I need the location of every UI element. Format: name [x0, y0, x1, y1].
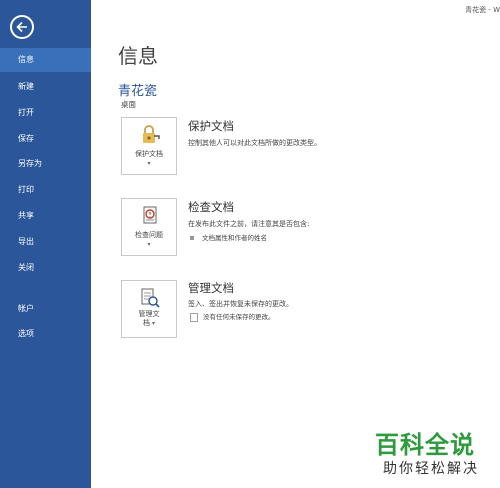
- back-arrow-icon[interactable]: [10, 15, 34, 39]
- lock-key-icon: [143, 125, 160, 143]
- sidebar-item-save-as[interactable]: 另存为: [0, 152, 91, 176]
- manage-note: 没有任何未保存的更改。: [190, 311, 275, 322]
- backstage-sidebar: 信息 新建 打开 保存 另存为 打印 共享 导出 关闭 帐户 选项: [0, 0, 91, 488]
- check-issues-label: 检查问题: [135, 231, 163, 239]
- watermark-logo-text: 百科全说: [375, 431, 475, 459]
- manage-document-button[interactable]: 管理文 档 ▾: [121, 280, 177, 338]
- protect-document-label: 保护文档: [135, 150, 163, 158]
- sidebar-item-share[interactable]: 共享: [0, 204, 91, 228]
- sidebar-item-close[interactable]: 关闭: [0, 256, 91, 280]
- manage-document-label-line2: 档 ▾: [143, 319, 155, 327]
- chevron-down-icon: ▾: [150, 320, 155, 327]
- inspect-document-title: 检查文档: [188, 200, 234, 214]
- chevron-down-icon: ▾: [147, 241, 151, 248]
- page-title: 信息: [118, 44, 158, 68]
- manage-document-label: 管理文 档 ▾: [122, 310, 176, 328]
- manage-document-title: 管理文档: [188, 281, 234, 295]
- sidebar-item-new[interactable]: 新建: [0, 75, 91, 99]
- chevron-down-icon: ▾: [147, 160, 151, 167]
- inspect-document-icon: [143, 206, 157, 224]
- manage-document-label-line1: 管理文: [138, 310, 160, 318]
- watermark: 百科全说 助你轻松解决: [369, 423, 491, 485]
- sidebar-item-export[interactable]: 导出: [0, 230, 91, 254]
- sidebar-item-save[interactable]: 保存: [0, 127, 91, 151]
- protect-document-title: 保护文档: [188, 119, 234, 133]
- document-location: 桌面: [121, 100, 136, 109]
- sidebar-item-account[interactable]: 帐户: [0, 297, 91, 321]
- sidebar-item-options[interactable]: 选项: [0, 322, 91, 346]
- inspect-document-description: 在发布此文件之前，请注意其是否包含:: [188, 220, 310, 228]
- check-issues-button[interactable]: 检查问题 ▾: [121, 198, 177, 256]
- manage-document-description: 签入、签出并恢复未保存的更改。: [188, 300, 293, 308]
- protect-document-button[interactable]: 保护文档 ▾: [121, 117, 177, 175]
- document-name: 青花瓷: [118, 84, 158, 99]
- manage-document-icon: [141, 288, 160, 308]
- inspect-bullet-text: 文档属性和作者的姓名: [202, 234, 267, 242]
- sidebar-item-open[interactable]: 打开: [0, 101, 91, 125]
- watermark-slogan: 助你轻松解决: [383, 461, 479, 477]
- window-title: 青花瓷 - W: [465, 6, 500, 14]
- document-icon: [190, 312, 198, 322]
- sidebar-item-info[interactable]: 信息: [0, 48, 91, 72]
- sidebar-item-print[interactable]: 打印: [0, 178, 91, 202]
- manage-note-text: 没有任何未保存的更改。: [203, 313, 275, 321]
- bullet-icon: [190, 236, 194, 240]
- list-item: 文档属性和作者的姓名: [190, 232, 267, 242]
- protect-document-description: 控制其他人可以对此文档所做的更改类型。: [188, 139, 321, 147]
